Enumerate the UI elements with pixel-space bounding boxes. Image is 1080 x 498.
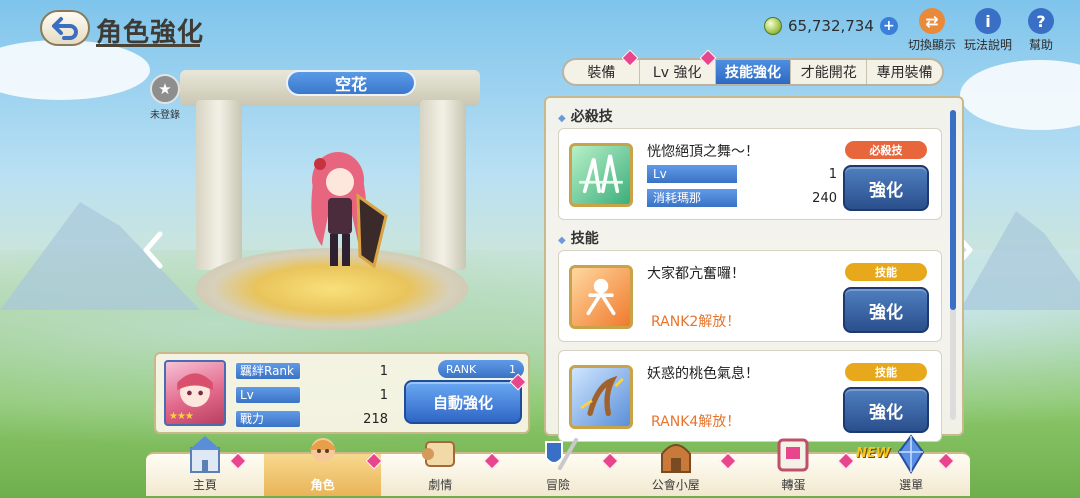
skill-2-icon[interactable] <box>569 365 633 429</box>
menu-crystal-icon <box>897 434 925 474</box>
bond-rank-value: 1 <box>379 363 388 379</box>
pillar-left <box>196 100 242 270</box>
nav-guild-house[interactable]: 公會小屋 <box>617 444 735 496</box>
how-to-play-button[interactable]: i 玩法說明 <box>964 8 1012 53</box>
mana-counter: 65,732,734 + <box>764 14 898 38</box>
rank-label: RANK <box>446 362 477 376</box>
nav-gacha-label: 轉蛋 <box>781 478 806 492</box>
toggle-display-icon: ⇄ <box>919 8 945 34</box>
skill-2-enhance-button[interactable]: 強化 <box>843 387 929 433</box>
ultimate-level-value: 1 <box>828 166 837 182</box>
scroll-icon <box>422 441 456 467</box>
toggle-display-button[interactable]: ⇄ 切換顯示 <box>908 8 956 53</box>
sword-shield-icon <box>545 438 579 470</box>
bond-rank-label: 羈絆Rank <box>236 363 300 379</box>
cloud <box>960 60 1080 130</box>
ultimate-skill-card: 恍惚絕頂之舞～！ 必殺技 Lv 1 消耗瑪那 240 強化 <box>558 128 942 220</box>
add-mana-button[interactable]: + <box>879 17 898 35</box>
character-name: 空花 <box>286 70 416 96</box>
level-label: Lv <box>236 387 300 403</box>
level-value: 1 <box>379 387 388 403</box>
power-row: 戰力 218 <box>236 410 390 428</box>
rank-value: 1 <box>509 362 516 376</box>
nav-home-label: 主頁 <box>192 478 217 492</box>
star-frame-icon: ★ <box>150 74 180 104</box>
pillar-right <box>420 100 466 270</box>
rank-indicator: RANK 1 <box>438 360 524 378</box>
registration-badge[interactable]: ★ 未登錄 <box>150 74 180 121</box>
ultimate-cost-label: 消耗瑪那 <box>647 189 737 207</box>
nav-adventure-label: 冒險 <box>546 478 571 492</box>
help-icon: ? <box>1028 8 1054 34</box>
skill-scrollbar-thumb[interactable] <box>950 110 956 310</box>
back-button[interactable] <box>40 10 90 46</box>
ultimate-cost-row: 消耗瑪那 240 <box>647 189 837 207</box>
skill-card: 大家都亢奮囉！ 技能 RANK2解放！ 強化 <box>558 250 942 342</box>
guild-house-icon <box>660 444 691 473</box>
character-stats-panel: ★★★ 羈絆Rank 1 Lv 1 戰力 218 RANK 1 自動強化 <box>154 352 530 434</box>
nav-guild-house-label: 公會小屋 <box>651 478 700 492</box>
tab-unique-equipment[interactable]: 專用裝備 <box>867 60 942 84</box>
help-label: 幫助 <box>1028 38 1053 52</box>
previous-character-arrow[interactable] <box>140 230 166 270</box>
skill-1-name: 大家都亢奮囉！ <box>647 266 745 282</box>
skill-2-name: 妖惑的桃色氣息！ <box>647 366 759 382</box>
skill-1-type-badge: 技能 <box>845 263 927 281</box>
character-icon <box>308 438 337 462</box>
skill-2-type-badge: 技能 <box>845 363 927 381</box>
toggle-display-label: 切換顯示 <box>908 38 957 52</box>
skill-panel: 必殺技 恍惚絕頂之舞～！ 必殺技 Lv 1 消耗瑪那 240 強化 技能 大家都… <box>544 96 964 442</box>
cloud <box>0 40 150 100</box>
mana-gem-icon <box>764 17 782 35</box>
mana-value: 65,732,734 <box>788 17 874 35</box>
nav-adventure[interactable]: 冒險 <box>499 438 617 496</box>
auto-enhance-button[interactable]: 自動強化 <box>404 380 522 424</box>
nav-character-label: 角色 <box>310 478 335 492</box>
title-underline <box>96 44 200 47</box>
enhance-tabs: 裝備 Lv 強化 技能強化 才能開花 專用裝備 <box>562 58 944 86</box>
ultimate-skill-name: 恍惚絕頂之舞～！ <box>647 144 759 160</box>
bond-rank-row: 羈絆Rank 1 <box>236 362 390 380</box>
character-sprite[interactable] <box>300 146 390 276</box>
tab-star-up[interactable]: 才能開花 <box>791 60 868 84</box>
skill-1-enhance-button[interactable]: 強化 <box>843 287 929 333</box>
ultimate-section-title: 必殺技 <box>558 106 613 126</box>
gacha-icon <box>777 438 809 472</box>
power-value: 218 <box>363 411 388 427</box>
skill-card: 妖惑的桃色氣息！ 技能 RANK4解放！ 強化 <box>558 350 942 442</box>
ultimate-cost-value: 240 <box>812 190 837 206</box>
nav-menu-label: 選單 <box>899 478 924 492</box>
ultimate-enhance-button[interactable]: 強化 <box>843 165 929 211</box>
rarity-stars: ★★★ <box>169 411 194 422</box>
tab-skill-enhance[interactable]: 技能強化 <box>715 60 792 84</box>
new-badge: NEW <box>856 446 891 461</box>
nav-character[interactable]: 角色 <box>263 438 382 496</box>
back-arrow-icon <box>52 17 78 40</box>
nav-gacha[interactable]: 轉蛋 <box>735 438 853 496</box>
ultimate-type-badge: 必殺技 <box>845 141 927 159</box>
level-row: Lv 1 <box>236 386 390 404</box>
skill-2-unlock-text: RANK4解放！ <box>651 414 741 430</box>
skill-1-unlock-text: RANK2解放！ <box>651 314 741 330</box>
power-label: 戰力 <box>236 411 300 427</box>
how-to-play-label: 玩法說明 <box>964 38 1013 52</box>
skill-1-icon[interactable] <box>569 265 633 329</box>
nav-story[interactable]: 劇情 <box>381 441 499 496</box>
character-portrait[interactable]: ★★★ <box>164 360 226 426</box>
ultimate-level-row: Lv 1 <box>647 165 837 183</box>
ultimate-skill-icon[interactable] <box>569 143 633 207</box>
nav-story-label: 劇情 <box>428 478 453 492</box>
info-icon: i <box>975 8 1001 34</box>
registration-label: 未登錄 <box>150 110 180 121</box>
castle-icon <box>188 436 221 473</box>
ultimate-level-label: Lv <box>647 165 737 183</box>
skills-section-title: 技能 <box>558 228 599 248</box>
help-button[interactable]: ? 幫助 <box>1028 8 1054 53</box>
